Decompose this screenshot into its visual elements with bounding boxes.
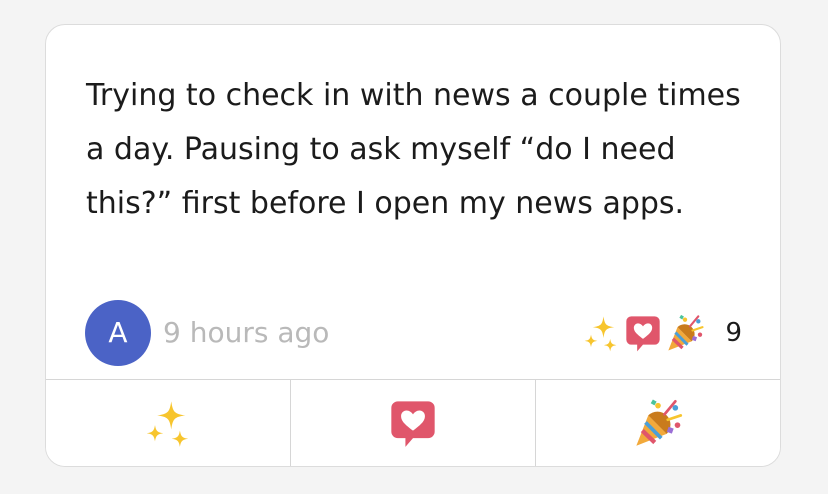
heart-speech-bubble-icon bbox=[623, 313, 663, 353]
party-popper-icon bbox=[665, 313, 705, 353]
heart-reaction-button[interactable] bbox=[290, 380, 535, 466]
sparkles-icon bbox=[142, 397, 194, 449]
party-popper-reaction-button[interactable] bbox=[535, 380, 780, 466]
heart-speech-bubble-icon bbox=[387, 397, 439, 449]
avatar[interactable]: A bbox=[85, 300, 151, 366]
post-timestamp: 9 hours ago bbox=[163, 316, 330, 349]
reaction-bar bbox=[46, 379, 780, 466]
sparkles-reaction-button[interactable] bbox=[46, 380, 290, 466]
post-meta: A 9 hours ago 9 bbox=[85, 300, 742, 366]
sparkles-icon bbox=[581, 313, 621, 353]
reaction-count: 9 bbox=[725, 318, 742, 348]
party-popper-icon bbox=[632, 397, 684, 449]
post-card: Trying to check in with news a couple ti… bbox=[45, 24, 781, 467]
reaction-summary[interactable]: 9 bbox=[579, 311, 742, 355]
post-text: Trying to check in with news a couple ti… bbox=[86, 78, 741, 221]
